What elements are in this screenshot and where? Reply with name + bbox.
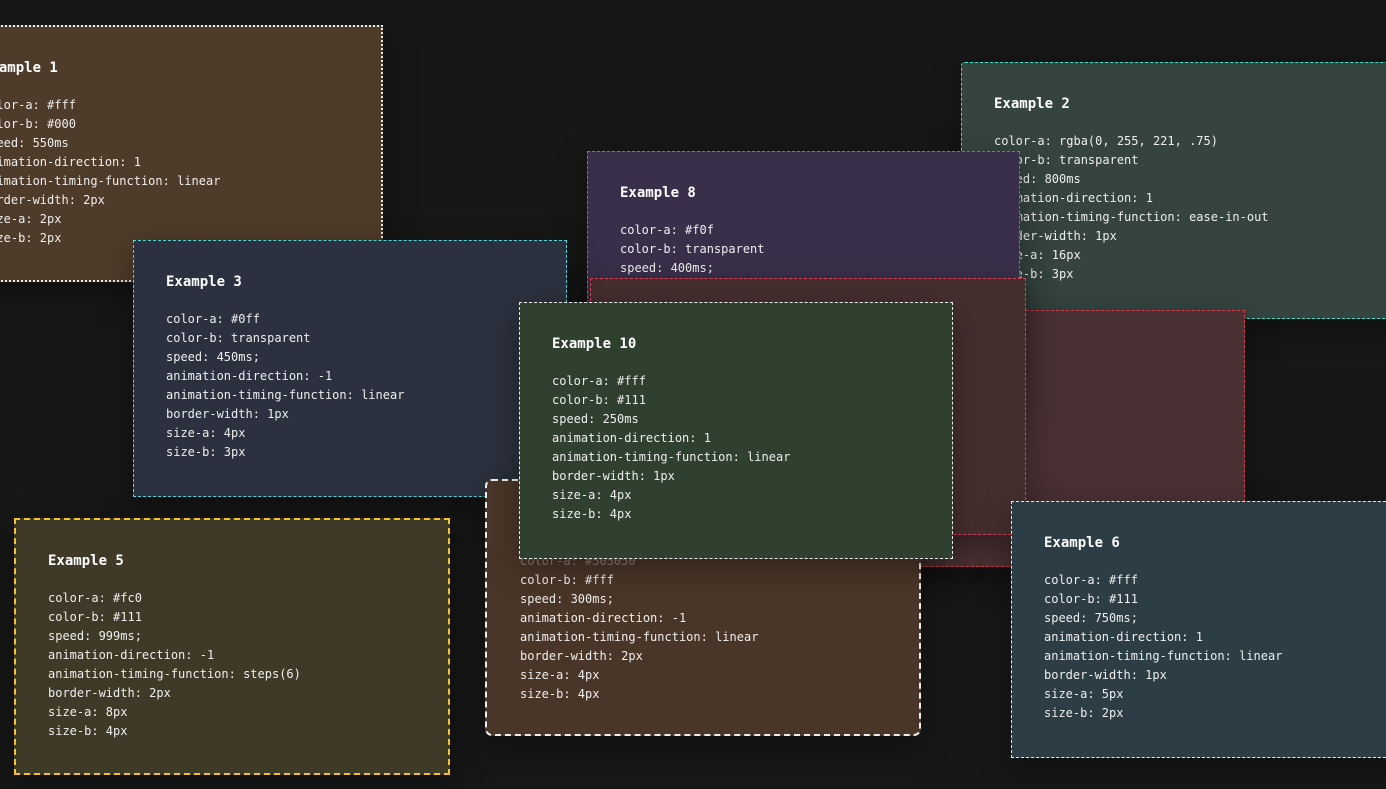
- card-title: Example 1: [0, 60, 58, 76]
- property-line: animation-timing-function: linear: [552, 450, 791, 464]
- property-line: color-b: transparent: [166, 331, 311, 345]
- property-list: color-a: #fff color-b: #000 speed: 550ms…: [0, 96, 349, 248]
- property-line: color-a: rgba(0, 255, 221, .75): [994, 134, 1218, 148]
- property-line: size-a: 5px: [1044, 687, 1124, 701]
- property-list: color-a: #0ff color-b: transparent speed…: [166, 310, 534, 462]
- property-line: color-a: #0ff: [166, 312, 260, 326]
- property-line: animation-timing-function: linear: [166, 388, 405, 402]
- property-line: speed: 400ms;: [620, 261, 714, 275]
- example-card-5: Example 5 color-a: #fc0 color-b: #111 sp…: [14, 518, 450, 775]
- property-line: color-a: #fff: [0, 98, 76, 112]
- property-line: animation-direction: 1: [1044, 630, 1203, 644]
- example-cards-stage: Example 1 color-a: #fff color-b: #000 sp…: [0, 0, 1386, 789]
- property-line: size-a: 4px: [520, 668, 600, 682]
- property-list: color-a: #f0f color-b: transparent speed…: [620, 221, 987, 278]
- property-line: size-a: 4px: [166, 426, 246, 440]
- card-title: Example 5: [48, 553, 124, 569]
- property-line: size-b: 2px: [1044, 706, 1124, 720]
- property-list: color-a: #fc0 color-b: #111 speed: 999ms…: [48, 589, 416, 741]
- property-line: size-b: 3px: [166, 445, 246, 459]
- property-line: border-width: 1px: [166, 407, 289, 421]
- property-line: animation-timing-function: linear: [520, 630, 759, 644]
- property-line: color-a: #fff: [552, 374, 646, 388]
- card-title: Example 10: [552, 336, 637, 352]
- property-line: border-width: 2px: [0, 193, 105, 207]
- property-line: color-b: #111: [1044, 592, 1138, 606]
- property-line: border-width: 2px: [520, 649, 643, 663]
- card-title: Example 3: [166, 274, 242, 290]
- property-line: color-b: transparent: [620, 242, 765, 256]
- property-line: size-a: 4px: [552, 488, 632, 502]
- example-card-3: Example 3 color-a: #0ff color-b: transpa…: [133, 240, 567, 497]
- property-line: speed: 250ms: [552, 412, 639, 426]
- property-list: color-a: #fff color-b: #111 speed: 750ms…: [1044, 571, 1368, 723]
- property-line: color-b: #000: [0, 117, 76, 131]
- property-line: size-b: 4px: [48, 724, 128, 738]
- property-line: animation-timing-function: linear: [1044, 649, 1283, 663]
- property-line: speed: 800ms: [994, 172, 1081, 186]
- property-line: animation-timing-function: ease-in-out: [994, 210, 1269, 224]
- property-line: animation-timing-function: linear: [0, 174, 221, 188]
- property-line: border-width: 1px: [994, 229, 1117, 243]
- property-line: size-a: 2px: [0, 212, 62, 226]
- property-line: size-b: 4px: [520, 687, 600, 701]
- example-card-10: Example 10 color-a: #fff color-b: #111 s…: [519, 302, 953, 559]
- property-line: animation-direction: -1: [48, 648, 215, 662]
- property-line: speed: 750ms;: [1044, 611, 1138, 625]
- property-line: border-width: 2px: [48, 686, 171, 700]
- property-line: color-a: #fff: [1044, 573, 1138, 587]
- property-line: speed: 550ms: [0, 136, 69, 150]
- property-line: animation-direction: 1: [994, 191, 1153, 205]
- property-list: color-a: rgba(0, 255, 221, .75) color-b:…: [994, 132, 1368, 284]
- property-line: size-b: 3px: [994, 267, 1074, 281]
- property-line: color-b: #fff: [520, 573, 614, 587]
- property-line: color-a: #f0f: [620, 223, 714, 237]
- property-line: speed: 999ms;: [48, 629, 142, 643]
- property-line: animation-direction: 1: [552, 431, 711, 445]
- card-title: Example 8: [620, 185, 696, 201]
- card-title: Example 6: [1044, 535, 1120, 551]
- card-title: Example 2: [994, 96, 1070, 112]
- property-line: size-b: 4px: [552, 507, 632, 521]
- property-line: animation-direction: 1: [0, 155, 141, 169]
- property-line: animation-direction: -1: [166, 369, 333, 383]
- property-line: speed: 450ms;: [166, 350, 260, 364]
- property-line: border-width: 1px: [552, 469, 675, 483]
- property-line: color-b: #111: [552, 393, 646, 407]
- property-line: size-a: 16px: [994, 248, 1081, 262]
- property-line: border-width: 1px: [1044, 668, 1167, 682]
- property-line: size-a: 8px: [48, 705, 128, 719]
- property-list: color-a: #fff color-b: #111 speed: 250ms…: [552, 372, 920, 524]
- property-list: color-a: #505050 color-b: #fff speed: 30…: [520, 552, 887, 704]
- property-line: color-b: transparent: [994, 153, 1139, 167]
- example-card-6: Example 6 color-a: #fff color-b: #111 sp…: [1011, 501, 1386, 758]
- property-line: color-a: #fc0: [48, 591, 142, 605]
- property-line: animation-direction: -1: [520, 611, 687, 625]
- property-line: speed: 300ms;: [520, 592, 614, 606]
- property-line: animation-timing-function: steps(6): [48, 667, 301, 681]
- property-line: color-b: #111: [48, 610, 142, 624]
